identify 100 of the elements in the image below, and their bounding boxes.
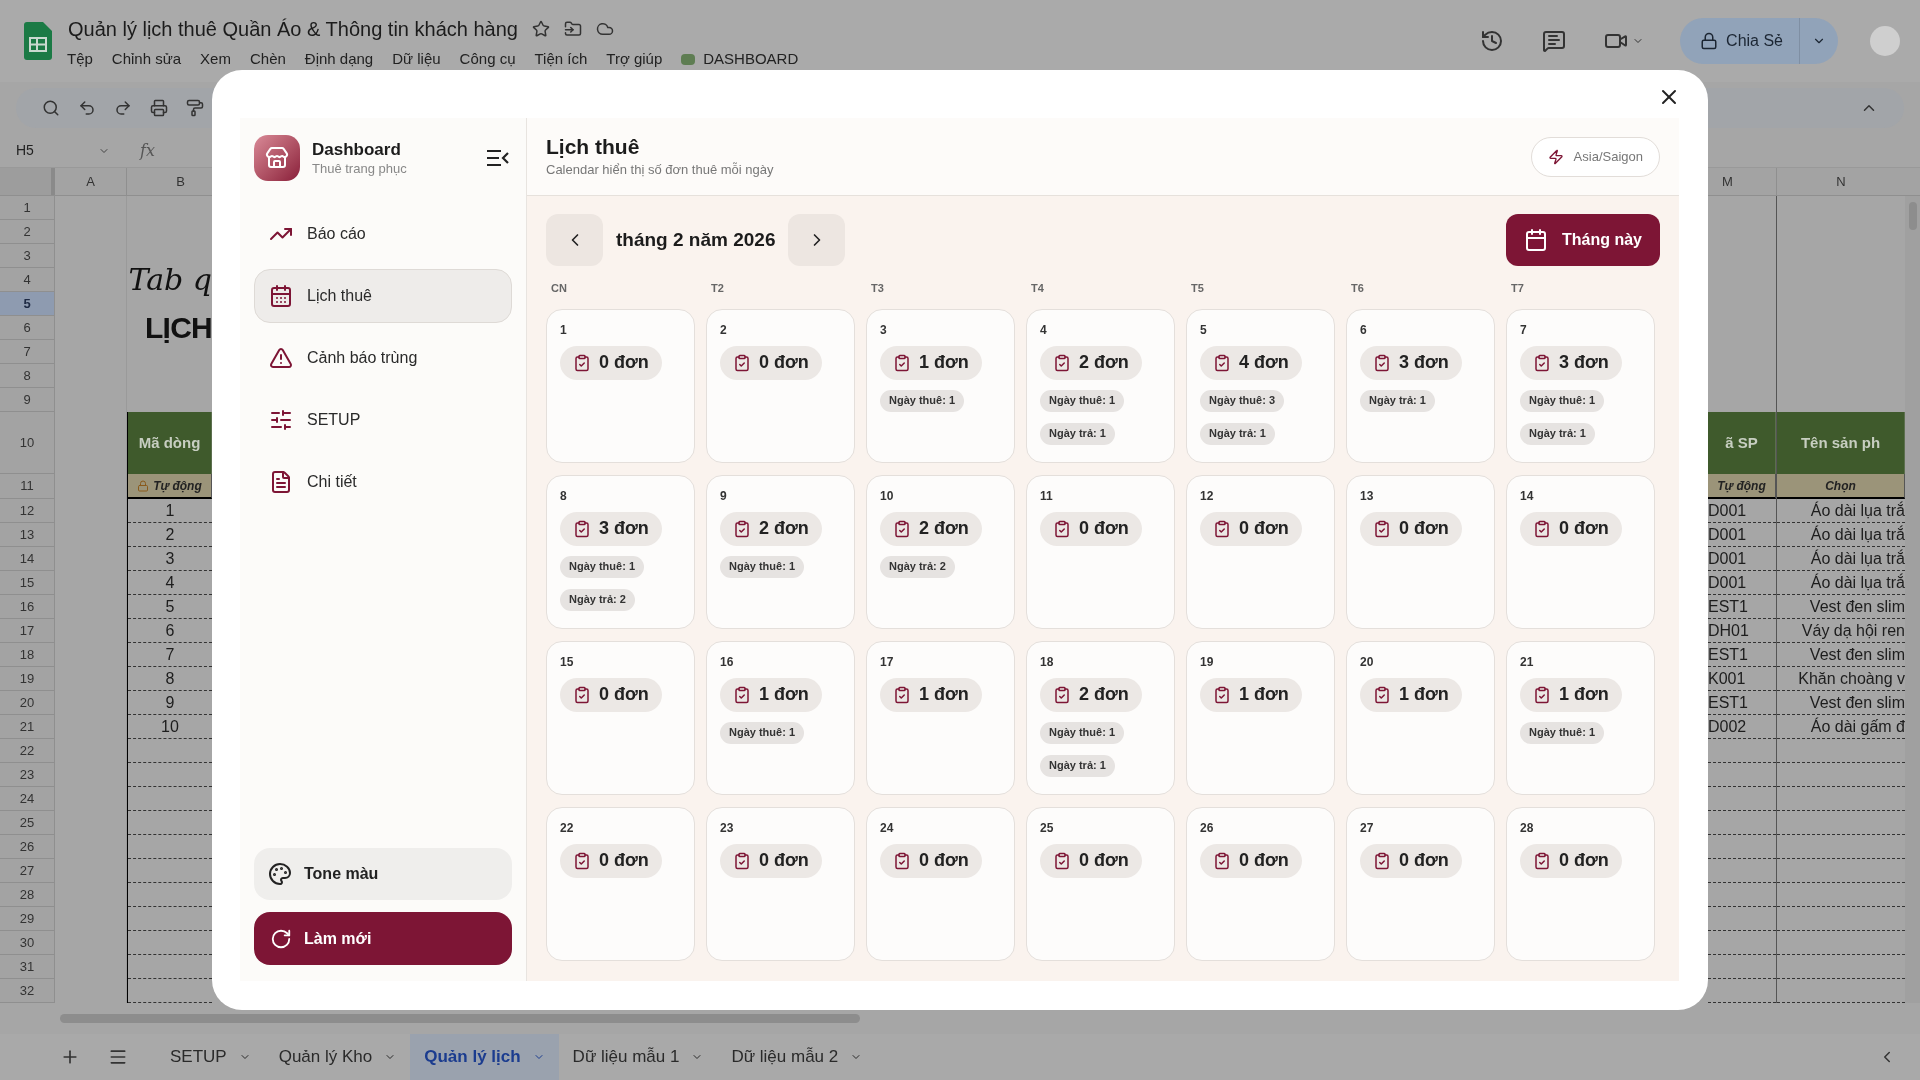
row-number[interactable]: 14: [0, 547, 55, 571]
nav-item[interactable]: SETUP: [254, 393, 512, 447]
row-number[interactable]: 11: [0, 474, 55, 499]
calendar-day-card[interactable]: 13 0 đơn: [1346, 474, 1495, 629]
row-number[interactable]: 10: [0, 412, 55, 474]
search-icon[interactable]: [42, 99, 60, 117]
row-number[interactable]: 4: [0, 268, 55, 292]
comment-icon[interactable]: [1542, 29, 1567, 53]
row-number[interactable]: 1: [0, 196, 55, 220]
calendar-day-card[interactable]: 22 0 đơn: [546, 806, 695, 961]
row-number[interactable]: 27: [0, 859, 55, 883]
menu-item[interactable]: Tiện ích: [534, 47, 588, 71]
undo-icon[interactable]: [78, 99, 96, 117]
star-icon[interactable]: [531, 19, 550, 38]
vertical-scrollbar[interactable]: [1905, 196, 1920, 1003]
row-number[interactable]: 26: [0, 835, 55, 859]
row-number[interactable]: 32: [0, 979, 55, 1003]
spreadsheet-logo-icon[interactable]: [24, 22, 52, 60]
this-month-button[interactable]: Tháng này: [1506, 214, 1660, 266]
row-number[interactable]: 7: [0, 340, 55, 364]
row-number[interactable]: 31: [0, 955, 55, 979]
collapse-menu-icon[interactable]: [486, 149, 510, 167]
sheet-tab[interactable]: Quản lý Kho: [264, 1034, 411, 1080]
calendar-day-card[interactable]: 3 1 đơn Ngày thuê: 1: [866, 308, 1015, 463]
calendar-day-card[interactable]: 5 4 đơn Ngày thuê: 3 Ngày trả: 1: [1186, 308, 1335, 463]
sheet-tab[interactable]: Dữ liệu mẫu 2: [717, 1034, 877, 1080]
row-number[interactable]: 30: [0, 931, 55, 955]
calendar-day-card[interactable]: 23 0 đơn: [706, 806, 855, 961]
row-number[interactable]: 15: [0, 571, 55, 595]
print-icon[interactable]: [150, 99, 168, 117]
paint-roller-icon[interactable]: [186, 99, 204, 117]
name-box[interactable]: H5: [0, 140, 120, 161]
calendar-day-card[interactable]: 17 1 đơn: [866, 640, 1015, 795]
calendar-day-card[interactable]: 18 2 đơn Ngày thuê: 1 Ngày trả: 1: [1026, 640, 1175, 795]
calendar-day-card[interactable]: 27 0 đơn: [1346, 806, 1495, 961]
row-number[interactable]: 16: [0, 595, 55, 619]
document-title[interactable]: Quản lý lịch thuê Quần Áo & Thông tin khách hàng: [68, 13, 518, 44]
calendar-day-card[interactable]: 28 0 đơn: [1506, 806, 1655, 961]
calendar-day-card[interactable]: 10 2 đơn Ngày trả: 2: [866, 474, 1015, 629]
history-icon[interactable]: [1480, 29, 1505, 53]
menu-item[interactable]: Định dạng: [304, 47, 374, 71]
sheet-tab[interactable]: SETUP: [156, 1034, 265, 1080]
nav-item[interactable]: Cảnh báo trùng: [254, 331, 512, 385]
calendar-day-card[interactable]: 2 0 đơn: [706, 308, 855, 463]
menu-item[interactable]: Xem: [200, 47, 231, 71]
nav-item[interactable]: Lịch thuê: [254, 269, 512, 323]
row-number[interactable]: 25: [0, 811, 55, 835]
row-number[interactable]: 19: [0, 667, 55, 691]
menu-item[interactable]: Chỉnh sửa: [111, 47, 182, 71]
menu-item[interactable]: DASHBOARD: [681, 47, 799, 71]
nav-item[interactable]: Chi tiết: [254, 455, 512, 509]
calendar-day-card[interactable]: 9 2 đơn Ngày thuê: 1: [706, 474, 855, 629]
row-number[interactable]: 22: [0, 739, 55, 763]
row-number[interactable]: 23: [0, 763, 55, 787]
calendar-day-card[interactable]: 14 0 đơn: [1506, 474, 1655, 629]
row-number[interactable]: 2: [0, 220, 55, 244]
tone-button[interactable]: Tone màu: [254, 848, 512, 900]
calendar-day-card[interactable]: 19 1 đơn: [1186, 640, 1335, 795]
horizontal-scrollbar[interactable]: [60, 1014, 860, 1023]
calendar-day-card[interactable]: 15 0 đơn: [546, 640, 695, 795]
calendar-day-card[interactable]: 8 3 đơn Ngày thuê: 1 Ngày trả: 2: [546, 474, 695, 629]
calendar-day-card[interactable]: 25 0 đơn: [1026, 806, 1175, 961]
calendar-day-card[interactable]: 7 3 đơn Ngày thuê: 1 Ngày trả: 1: [1506, 308, 1655, 463]
calendar-day-card[interactable]: 20 1 đơn: [1346, 640, 1495, 795]
calendar-day-card[interactable]: 12 0 đơn: [1186, 474, 1335, 629]
row-number[interactable]: 20: [0, 691, 55, 715]
row-number[interactable]: 24: [0, 787, 55, 811]
row-number[interactable]: 18: [0, 643, 55, 667]
row-number[interactable]: 28: [0, 883, 55, 907]
sheet-tab[interactable]: Quản lý lịch: [410, 1034, 559, 1080]
menu-item[interactable]: Trợ giúp: [606, 47, 663, 71]
menu-item[interactable]: Chèn: [249, 47, 286, 71]
calendar-day-card[interactable]: 1 0 đơn: [546, 308, 695, 463]
row-number[interactable]: 17: [0, 619, 55, 643]
row-number[interactable]: 13: [0, 523, 55, 547]
row-number[interactable]: 9: [0, 388, 55, 412]
calendar-day-card[interactable]: 26 0 đơn: [1186, 806, 1335, 961]
row-number[interactable]: 6: [0, 316, 55, 340]
column-header[interactable]: A: [55, 168, 127, 195]
row-number[interactable]: 12: [0, 499, 55, 523]
calendar-day-card[interactable]: 11 0 đơn: [1026, 474, 1175, 629]
row-number[interactable]: 5: [0, 292, 55, 316]
calendar-day-card[interactable]: 24 0 đơn: [866, 806, 1015, 961]
calendar-day-card[interactable]: 16 1 đơn Ngày thuê: 1: [706, 640, 855, 795]
menu-item[interactable]: Tệp: [67, 47, 93, 71]
refresh-button[interactable]: Làm mới: [254, 912, 512, 965]
column-header[interactable]: N: [1777, 168, 1905, 195]
calendar-day-card[interactable]: 21 1 đơn Ngày thuê: 1: [1506, 640, 1655, 795]
menu-item[interactable]: Dữ liệu: [392, 47, 441, 71]
row-number[interactable]: 29: [0, 907, 55, 931]
calendar-day-card[interactable]: 4 2 đơn Ngày thuê: 1 Ngày trả: 1: [1026, 308, 1175, 463]
calendar-day-card[interactable]: 6 3 đơn Ngày trả: 1: [1346, 308, 1495, 463]
row-number[interactable]: 21: [0, 715, 55, 739]
all-sheets-icon[interactable]: [108, 1047, 128, 1067]
folder-icon[interactable]: [563, 19, 582, 38]
sheet-tab[interactable]: Dữ liệu mẫu 1: [558, 1034, 718, 1080]
menu-item[interactable]: Công cụ: [459, 47, 516, 71]
row-number[interactable]: 8: [0, 364, 55, 388]
row-number[interactable]: 3: [0, 244, 55, 268]
nav-item[interactable]: Báo cáo: [254, 207, 512, 261]
